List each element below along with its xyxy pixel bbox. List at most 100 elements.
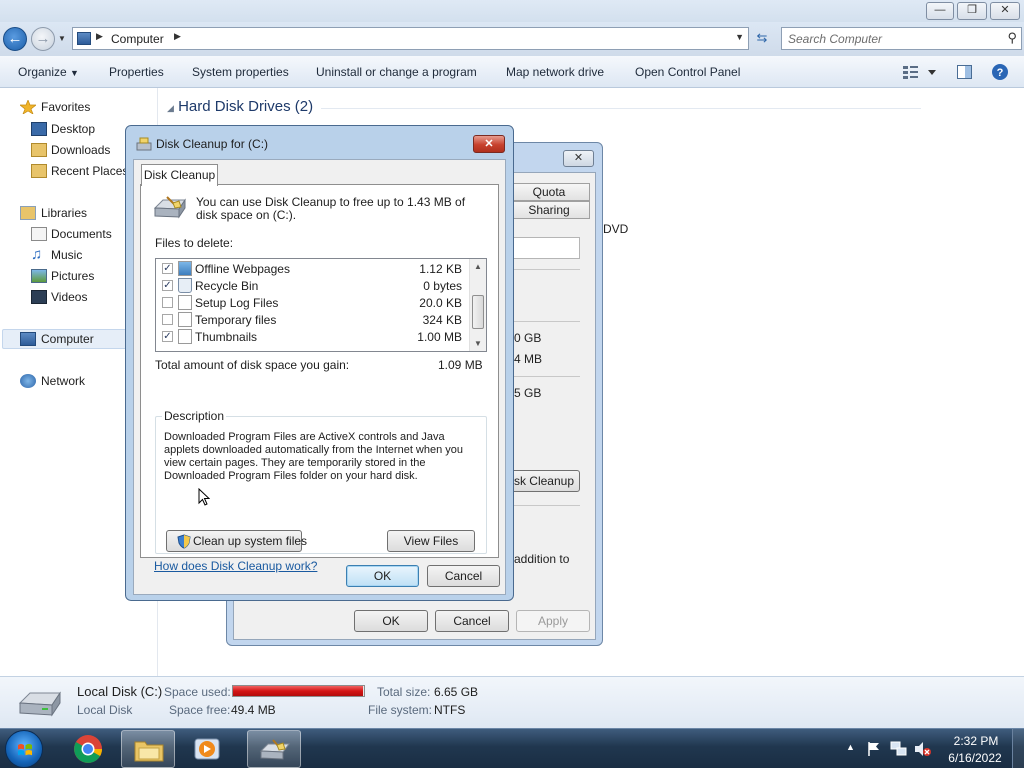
nav-videos[interactable]: Videos <box>51 290 87 304</box>
checkbox[interactable]: ✓ <box>162 331 173 342</box>
back-arrow-icon: ← <box>7 30 23 47</box>
breadcrumb-computer[interactable]: Computer <box>111 32 164 46</box>
dvd-drive-label[interactable]: DVD <box>603 222 628 236</box>
disk-cleanup-button[interactable]: sk Cleanup <box>508 470 580 492</box>
nav-recent-places[interactable]: Recent Places <box>51 164 128 178</box>
action-center-flag-icon[interactable] <box>866 741 882 757</box>
help-button[interactable]: ? <box>991 63 1009 81</box>
nav-computer[interactable]: Computer <box>41 332 94 346</box>
search-box[interactable]: ⚲ <box>781 27 1022 50</box>
network-status-icon[interactable] <box>890 741 908 757</box>
drive-broom-icon <box>153 196 186 219</box>
nav-desktop[interactable]: Desktop <box>51 122 95 136</box>
list-item[interactable]: ✓ Recycle Bin 0 bytes <box>156 277 470 294</box>
volume-muted-icon[interactable] <box>914 741 932 757</box>
checkbox[interactable]: ✓ <box>162 263 173 274</box>
label-field[interactable] <box>508 237 580 259</box>
address-bar-area: ← → ▼ ▶ Computer ▶ ▼ ⇆ ⚲ <box>0 22 1024 56</box>
command-bar: Organize ▼ Properties System properties … <box>0 56 1024 88</box>
organize-label: Organize <box>18 65 67 79</box>
breadcrumb-chevron-icon[interactable]: ▶ <box>174 31 181 42</box>
map-network-drive-button[interactable]: Map network drive <box>506 65 604 79</box>
clock-time[interactable]: 2:32 PM <box>948 734 1004 748</box>
media-player-icon <box>194 738 220 760</box>
nav-music[interactable]: Music <box>51 248 82 262</box>
view-options-button[interactable] <box>902 63 938 81</box>
file-icon <box>178 295 192 310</box>
description-text: Downloaded Program Files are ActiveX con… <box>164 431 464 482</box>
checkbox[interactable] <box>162 297 173 308</box>
back-button[interactable]: ← <box>3 27 27 51</box>
clock-date[interactable]: 6/16/2022 <box>944 751 1006 765</box>
ok-button[interactable]: OK <box>346 565 419 587</box>
file-system-label: File system: <box>368 703 433 717</box>
list-scrollbar[interactable]: ▲ ▼ <box>469 259 486 351</box>
taskbar-media-player[interactable] <box>180 730 234 768</box>
help-icon: ? <box>992 64 1008 80</box>
list-item[interactable]: Setup Log Files 20.0 KB <box>156 294 470 311</box>
group-header-hard-disk-drives[interactable]: ◢ Hard Disk Drives (2) <box>167 98 313 115</box>
uninstall-program-button[interactable]: Uninstall or change a program <box>316 65 477 79</box>
taskbar-disk-cleanup[interactable] <box>247 730 301 768</box>
minimize-button[interactable]: — <box>926 2 954 20</box>
breadcrumb-chevron-icon[interactable]: ▶ <box>96 31 103 42</box>
how-does-disk-cleanup-work-link[interactable]: How does Disk Cleanup work? <box>154 559 317 573</box>
index-option-text: addition to <box>514 552 570 566</box>
list-item[interactable]: Temporary files 324 KB <box>156 311 470 328</box>
preview-pane-button[interactable] <box>956 63 974 81</box>
list-item[interactable]: ✓ Offline Webpages 1.12 KB <box>156 260 470 277</box>
view-files-button[interactable]: View Files <box>387 530 475 552</box>
nav-favorites[interactable]: Favorites <box>41 100 90 114</box>
checkbox[interactable]: ✓ <box>162 280 173 291</box>
address-dropdown-icon[interactable]: ▼ <box>735 32 744 42</box>
scroll-thumb[interactable] <box>472 295 484 329</box>
scroll-up-icon[interactable]: ▲ <box>474 262 482 271</box>
close-button[interactable]: ✕ <box>990 2 1020 20</box>
tab-sharing[interactable]: Sharing <box>508 201 590 219</box>
refresh-button[interactable]: ⇆ <box>752 30 772 48</box>
file-category-size: 324 KB <box>422 313 462 327</box>
properties-cancel-button[interactable]: Cancel <box>435 610 509 632</box>
cancel-button[interactable]: Cancel <box>427 565 500 587</box>
taskbar-explorer[interactable] <box>121 730 175 768</box>
recent-pages-dropdown[interactable]: ▼ <box>58 34 66 43</box>
properties-close-button[interactable]: ✕ <box>563 150 594 167</box>
files-to-delete-list: ✓ Offline Webpages 1.12 KB ✓ Recycle Bin… <box>155 258 487 352</box>
checkbox[interactable] <box>162 314 173 325</box>
forward-arrow-icon: → <box>35 30 51 47</box>
description-legend: Description <box>162 409 227 423</box>
maximize-button[interactable]: ❐ <box>957 2 987 20</box>
nav-network[interactable]: Network <box>41 374 85 388</box>
search-input[interactable] <box>788 31 998 47</box>
nav-documents[interactable]: Documents <box>51 227 112 241</box>
open-control-panel-button[interactable]: Open Control Panel <box>635 65 740 79</box>
total-gain-label: Total amount of disk space you gain: <box>155 358 350 372</box>
nav-libraries[interactable]: Libraries <box>41 206 87 220</box>
recycle-bin-icon <box>178 278 192 293</box>
libraries-icon <box>20 206 36 220</box>
scroll-down-icon[interactable]: ▼ <box>474 339 482 348</box>
downloads-folder-icon <box>31 143 47 157</box>
organize-button[interactable]: Organize ▼ <box>18 65 79 79</box>
nav-pictures[interactable]: Pictures <box>51 269 94 283</box>
show-hidden-icons-icon[interactable]: ▲ <box>846 742 855 752</box>
show-desktop-button[interactable] <box>1012 729 1024 768</box>
properties-button[interactable]: Properties <box>109 65 164 79</box>
taskbar-chrome[interactable] <box>62 730 116 768</box>
system-properties-button[interactable]: System properties <box>192 65 289 79</box>
address-box[interactable]: ▶ Computer ▶ ▼ <box>72 27 749 50</box>
list-item[interactable]: ✓ Thumbnails 1.00 MB <box>156 328 470 345</box>
file-category-name: Setup Log Files <box>195 296 279 310</box>
forward-button[interactable]: → <box>31 27 55 51</box>
clean-up-system-files-button[interactable]: Clean up system files <box>166 530 307 552</box>
nav-downloads[interactable]: Downloads <box>51 143 110 157</box>
chevron-down-icon: ◢ <box>167 103 174 113</box>
start-button[interactable] <box>5 730 43 768</box>
properties-ok-button[interactable]: OK <box>354 610 428 632</box>
search-icon[interactable]: ⚲ <box>1007 30 1017 46</box>
description-group: Description Downloaded Program Files are… <box>155 409 487 554</box>
free-space-value: 4 MB <box>514 352 543 366</box>
tab-disk-cleanup[interactable]: Disk Cleanup <box>141 164 218 186</box>
tab-quota[interactable]: Quota <box>508 183 590 201</box>
dialog-close-button[interactable]: ✕ <box>473 135 505 153</box>
